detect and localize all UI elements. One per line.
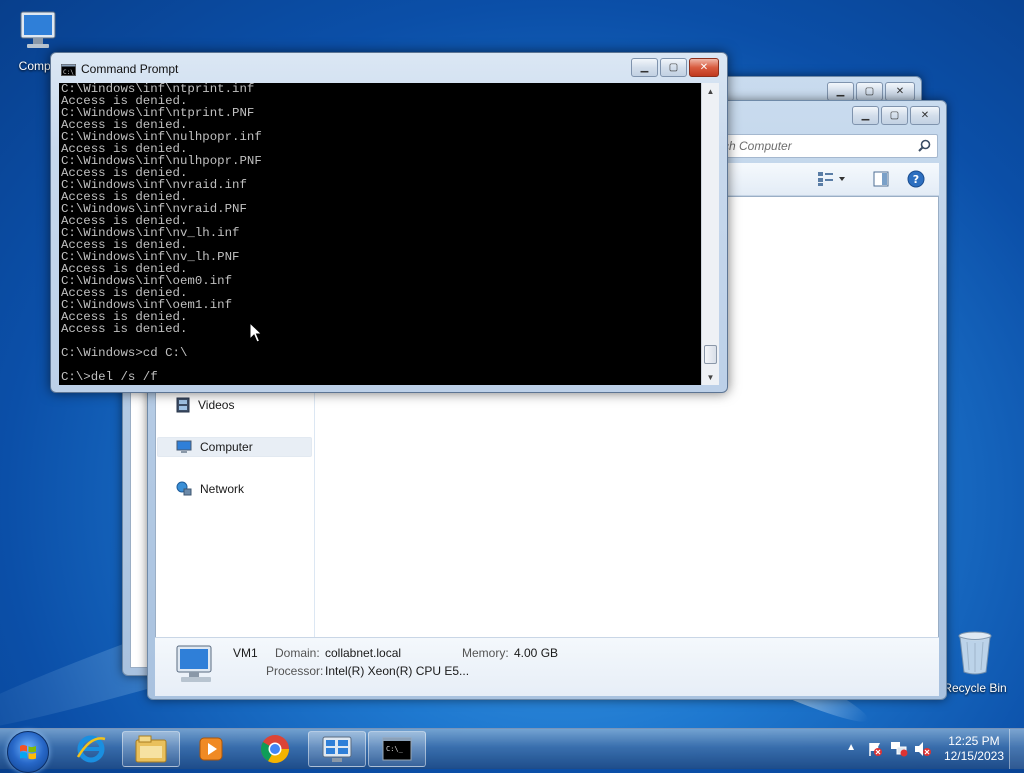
show-desktop-button[interactable] [1009, 729, 1024, 769]
taskbar-windows-explorer[interactable] [122, 731, 180, 767]
details-domain-label: Domain: [275, 646, 320, 660]
nav-item-videos[interactable]: Videos [176, 395, 234, 415]
preview-pane-icon[interactable] [873, 171, 889, 187]
volume-muted-icon[interactable] [914, 741, 932, 757]
recycle-bin-label: Recycle Bin [943, 681, 1007, 695]
maximize-button[interactable]: ▢ [856, 82, 883, 101]
svg-text:C:\: C:\ [63, 69, 74, 76]
scroll-up-arrow-icon[interactable]: ▲ [702, 83, 719, 99]
nav-item-network[interactable]: Network [176, 479, 244, 499]
details-computer-name: VM1 [233, 646, 258, 660]
maximize-button[interactable]: ▢ [660, 58, 687, 77]
network-status-icon[interactable] [890, 741, 908, 757]
details-processor-label: Processor: [266, 664, 324, 678]
scroll-down-arrow-icon[interactable]: ▼ [702, 369, 719, 385]
console-line: Access is denied. [61, 322, 188, 336]
search-box[interactable]: rch Computer [708, 134, 938, 158]
details-memory-label: Memory: [462, 646, 509, 660]
cmd-caption-buttons: ▁ ▢ ✕ [631, 58, 719, 77]
close-button[interactable]: ✕ [910, 106, 940, 125]
change-view-icon[interactable] [817, 171, 847, 187]
maximize-button[interactable]: ▢ [881, 106, 908, 125]
taskbar-internet-explorer[interactable] [62, 731, 120, 767]
recycle-bin-icon [958, 631, 992, 675]
svg-text:?: ? [913, 173, 919, 186]
cmd-icon: C:\ [61, 64, 76, 76]
back-window-caption-buttons: ▁ ▢ ✕ [827, 82, 915, 101]
taskbar-computer-explorer[interactable] [308, 731, 366, 767]
chrome-icon [261, 735, 289, 763]
clock[interactable]: 12:25 PM 12/15/2023 [944, 734, 1004, 764]
cmd-window-title: Command Prompt [81, 62, 179, 76]
minimize-button[interactable]: ▁ [631, 58, 658, 77]
computer-icon [20, 11, 56, 48]
console-line: C:\Windows>cd C:\ [61, 346, 188, 360]
explorer-caption-buttons: ▁ ▢ ✕ [852, 106, 940, 125]
minimize-button[interactable]: ▁ [827, 82, 854, 101]
windows-logo-icon [20, 745, 36, 760]
taskbar-command-prompt[interactable]: C:\_ [368, 731, 426, 767]
details-domain-value: collabnet.local [325, 646, 402, 660]
scroll-thumb[interactable] [704, 345, 717, 364]
videos-icon [176, 397, 190, 413]
details-memory-value: 4.00 GB [514, 646, 559, 660]
nav-label-computer: Computer [200, 440, 253, 454]
console-line: C:\>del /s /f [61, 370, 158, 384]
taskbar-media-player[interactable] [182, 731, 240, 767]
clock-date: 12/15/2023 [943, 749, 1004, 763]
taskbar-chrome[interactable] [246, 731, 304, 767]
mouse-cursor-icon [249, 322, 263, 343]
search-icon[interactable] [918, 139, 931, 152]
taskbar: C:\_ ▲ 12:25 PM 12/15/2023 [0, 728, 1024, 773]
computer-icon [176, 645, 212, 682]
media-player-icon [199, 737, 223, 761]
console-output[interactable]: C:\Windows\inf\ntprint.inf Access is deni… [59, 83, 701, 385]
help-icon[interactable]: ? [907, 170, 925, 188]
details-pane: VM1 Domain: collabnet.local Memory: 4.00… [155, 637, 939, 696]
console-scrollbar[interactable]: ▲ ▼ [701, 83, 719, 385]
svg-text:C:\_: C:\_ [386, 745, 404, 753]
nav-item-computer[interactable]: Computer [157, 437, 312, 457]
action-center-flag-icon[interactable] [867, 741, 883, 757]
console-text: C:\Windows\inf\ntprint.inf Access is deni… [59, 83, 701, 383]
minimize-button[interactable]: ▁ [852, 106, 879, 125]
start-button[interactable] [7, 731, 49, 773]
search-input[interactable]: rch Computer [719, 139, 792, 153]
details-processor-value: Intel(R) Xeon(R) CPU E5... [325, 664, 470, 678]
command-prompt-window[interactable]: C:\ Command Prompt ▁ ▢ ✕ C:\Windows\inf\… [50, 52, 728, 393]
close-button[interactable]: ✕ [885, 82, 915, 101]
desktop-recycle-bin[interactable]: Recycle Bin [942, 628, 1008, 695]
close-button[interactable]: ✕ [689, 58, 719, 77]
nav-label-videos: Videos [198, 398, 235, 412]
network-icon [176, 481, 192, 496]
show-hidden-icons-icon[interactable]: ▲ [846, 742, 856, 753]
nav-label-network: Network [200, 482, 245, 496]
computer-icon [176, 440, 192, 453]
cmd-icon: C:\_ [382, 737, 412, 761]
clock-time: 12:25 PM [948, 734, 1000, 748]
folder-icon [135, 735, 167, 763]
internet-explorer-icon [76, 735, 106, 763]
system-explorer-icon [322, 736, 352, 762]
